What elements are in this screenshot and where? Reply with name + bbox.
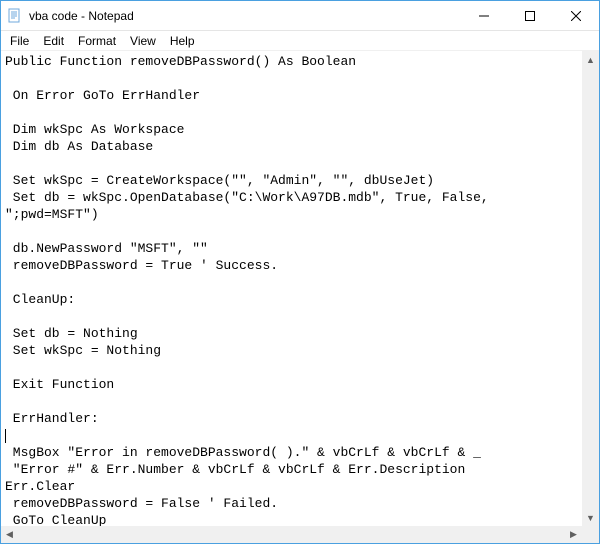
scroll-left-icon[interactable]: ◀ (1, 526, 18, 543)
scroll-down-icon[interactable]: ▼ (582, 509, 599, 526)
menu-format[interactable]: Format (71, 32, 123, 50)
text-editor[interactable]: Public Function removeDBPassword() As Bo… (1, 51, 582, 526)
window-title: vba code - Notepad (29, 9, 134, 23)
titlebar[interactable]: vba code - Notepad (1, 1, 599, 31)
hscroll-track[interactable] (18, 526, 565, 543)
scroll-corner (582, 526, 599, 543)
menu-file[interactable]: File (3, 32, 36, 50)
text-caret (5, 429, 6, 443)
vertical-scrollbar[interactable]: ▲ ▼ (582, 51, 599, 526)
minimize-button[interactable] (461, 1, 507, 31)
close-button[interactable] (553, 1, 599, 31)
client-area: Public Function removeDBPassword() As Bo… (1, 51, 599, 526)
maximize-button[interactable] (507, 1, 553, 31)
app-icon (7, 8, 23, 24)
scroll-up-icon[interactable]: ▲ (582, 51, 599, 68)
menubar: File Edit Format View Help (1, 31, 599, 51)
menu-help[interactable]: Help (163, 32, 202, 50)
scroll-right-icon[interactable]: ▶ (565, 526, 582, 543)
menu-view[interactable]: View (123, 32, 163, 50)
menu-edit[interactable]: Edit (36, 32, 71, 50)
notepad-window: vba code - Notepad File Edit Format View… (0, 0, 600, 544)
horizontal-scrollbar[interactable]: ◀ ▶ (1, 526, 599, 543)
vscroll-track[interactable] (582, 68, 599, 509)
